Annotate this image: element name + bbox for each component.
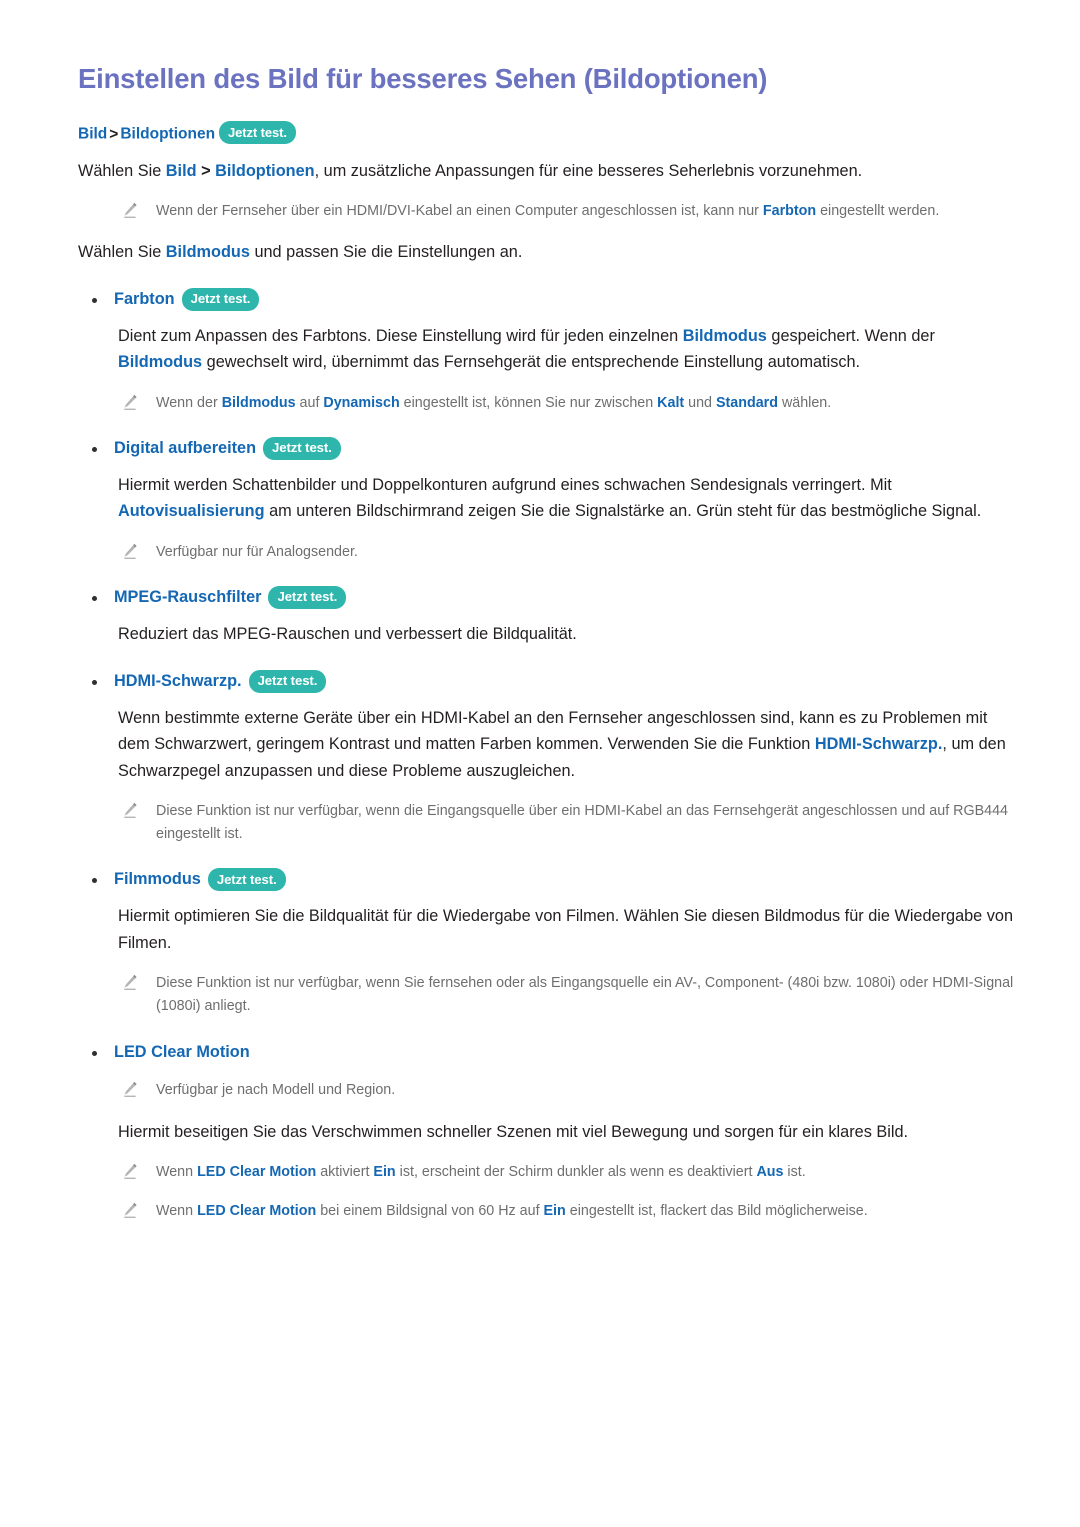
section-heading-digital-aufbereiten[interactable]: Digital aufbereiten Jetzt test. — [78, 436, 1022, 461]
note-text-a: Wenn — [156, 1203, 198, 1220]
pencil-icon — [124, 1082, 137, 1098]
paragraph: Dient zum Anpassen des Farbtons. Diese E… — [118, 323, 1022, 376]
intro-text-a: Wählen Sie — [78, 161, 166, 180]
pencil-icon — [124, 543, 137, 559]
note-led-modell-region: Verfügbar je nach Modell und Region. — [78, 1079, 1022, 1102]
section-heading-led-clear-motion[interactable]: LED Clear Motion — [78, 1041, 1022, 1064]
link-bildmodus[interactable]: Bildmodus — [118, 353, 202, 371]
paragraph: Wenn bestimmte externe Geräte über ein H… — [118, 705, 1022, 784]
link-bildmodus[interactable]: Bildmodus — [683, 327, 767, 345]
note-analogsender: Verfügbar nur für Analogsender. — [78, 541, 1022, 564]
note-text-e: ist. — [783, 1163, 806, 1180]
section-body-led-clear-motion: Hiermit beseitigen Sie das Verschwimmen … — [78, 1119, 1022, 1145]
document-page: Einstellen des Bild für besseres Sehen (… — [0, 0, 1080, 1527]
section-heading-label: Digital aufbereiten — [114, 439, 257, 458]
note-link-aus[interactable]: Aus — [756, 1164, 783, 1180]
section-heading-mpeg-rauschfilter[interactable]: MPEG-Rauschfilter Jetzt test. — [78, 585, 1022, 610]
section-heading-label: MPEG-Rauschfilter — [114, 588, 262, 607]
section-body-digital-aufbereiten: Hiermit werden Schattenbilder und Doppel… — [78, 472, 1022, 525]
link-bildmodus[interactable]: Bildmodus — [166, 243, 250, 261]
paragraph: Hiermit werden Schattenbilder und Doppel… — [118, 472, 1022, 525]
section-body-farbton: Dient zum Anpassen des Farbtons. Diese E… — [78, 323, 1022, 376]
note-text-d: eingestellt ist, können Sie nur zwischen — [399, 394, 658, 411]
pencil-icon — [124, 802, 137, 818]
section-heading-label: LED Clear Motion — [114, 1042, 250, 1061]
note-text-f: wählen. — [777, 394, 832, 411]
note-link-dynamisch[interactable]: Dynamisch — [323, 395, 399, 411]
note-farbton-dynamisch: Wenn der Bildmodus auf Dynamisch eingest… — [78, 392, 1022, 415]
note-led-60hz: Wenn LED Clear Motion bei einem Bildsign… — [78, 1200, 1022, 1223]
jetzt-test-badge[interactable]: Jetzt test. — [248, 669, 327, 693]
pencil-icon — [124, 394, 137, 410]
note-text-a: Wenn — [156, 1163, 198, 1180]
note-text: Diese Funktion ist nur verfügbar, wenn d… — [156, 802, 1008, 843]
intro-separator: > — [196, 161, 216, 180]
body-text-a: Dient zum Anpassen des Farbtons. Diese E… — [118, 326, 683, 345]
note-link-farbton[interactable]: Farbton — [763, 203, 816, 219]
note-text-d: ist, erscheint der Schirm dunkler als we… — [395, 1163, 757, 1180]
breadcrumb-item-bild[interactable]: Bild — [78, 126, 107, 143]
section-heading-label: Filmmodus — [114, 870, 201, 889]
note-text-e: und — [684, 394, 716, 411]
section-heading-label: Farbton — [114, 289, 175, 308]
section-heading-label: HDMI-Schwarzp. — [114, 671, 242, 690]
body-text-c: gewechselt wird, übernimmt das Fernsehge… — [202, 353, 861, 372]
note-text: Diese Funktion ist nur verfügbar, wenn S… — [156, 975, 1014, 1015]
jetzt-test-badge[interactable]: Jetzt test. — [268, 585, 347, 610]
paragraph: Hiermit optimieren Sie die Bildqualität … — [118, 907, 1014, 952]
breadcrumb-separator: > — [109, 125, 119, 143]
link-bild[interactable]: Bild — [166, 162, 197, 180]
intro2-text-b: und passen Sie die Einstellungen an. — [249, 243, 523, 262]
pencil-icon — [124, 1163, 137, 1179]
body-text-a: Hiermit werden Schattenbilder und Doppel… — [118, 476, 892, 495]
note-text-a: Wenn der — [156, 394, 222, 411]
section-heading-filmmodus[interactable]: Filmmodus Jetzt test. — [78, 868, 1022, 892]
note-hdmi-dvi: Wenn der Fernseher über ein HDMI/DVI-Kab… — [78, 200, 1022, 223]
section-body-hdmi-schwarzpegel: Wenn bestimmte externe Geräte über ein H… — [78, 705, 1022, 784]
note-text-d: eingestellt ist, flackert das Bild mögli… — [565, 1203, 868, 1220]
note-text: Verfügbar je nach Modell und Region. — [156, 1082, 396, 1099]
breadcrumb: Bild > Bildoptionen Jetzt test. — [78, 121, 1022, 146]
intro-paragraph-2: Wählen Sie Bildmodus und passen Sie die … — [78, 239, 1022, 265]
note-link-bildmodus[interactable]: Bildmodus — [222, 395, 296, 411]
link-bildoptionen[interactable]: Bildoptionen — [215, 162, 314, 180]
pencil-icon — [124, 203, 137, 219]
note-filmmodus-eingangsquelle: Diese Funktion ist nur verfügbar, wenn S… — [78, 972, 1022, 1018]
jetzt-test-badge[interactable]: Jetzt test. — [207, 868, 286, 892]
note-led-ein-aus: Wenn LED Clear Motion aktiviert Ein ist,… — [78, 1161, 1022, 1184]
pencil-icon — [124, 1202, 137, 1219]
note-link-ein[interactable]: Ein — [373, 1164, 395, 1180]
note-text-a: Wenn der Fernseher über ein HDMI/DVI-Kab… — [156, 203, 763, 220]
intro-paragraph: Wählen Sie Bild > Bildoptionen, um zusät… — [78, 158, 1022, 184]
note-link-led-clear-motion[interactable]: LED Clear Motion — [197, 1164, 316, 1180]
section-body-mpeg-rauschfilter: Reduziert das MPEG-Rauschen und verbesse… — [78, 621, 1022, 647]
note-link-standard[interactable]: Standard — [716, 395, 778, 411]
link-autovisualisierung[interactable]: Autovisualisierung — [118, 502, 265, 520]
note-link-kalt[interactable]: Kalt — [657, 395, 684, 411]
note-text-c: auf — [295, 394, 324, 411]
note-text-c: bei einem Bildsignal von 60 Hz auf — [316, 1203, 544, 1220]
jetzt-test-badge[interactable]: Jetzt test. — [181, 287, 260, 311]
intro-text-b: , um zusätzliche Anpassungen für eine be… — [314, 161, 863, 180]
note-hdmi-rgb444: Diese Funktion ist nur verfügbar, wenn d… — [78, 800, 1022, 846]
intro2-text-a: Wählen Sie — [78, 243, 166, 262]
paragraph: Reduziert das MPEG-Rauschen und verbesse… — [118, 625, 577, 644]
section-heading-hdmi-schwarzpegel[interactable]: HDMI-Schwarzp. Jetzt test. — [78, 669, 1022, 693]
body-text-b: am unteren Bildschirmrand zeigen Sie die… — [264, 502, 982, 521]
paragraph: Hiermit beseitigen Sie das Verschwimmen … — [118, 1122, 909, 1141]
link-hdmi-schwarzpegel[interactable]: HDMI-Schwarzp. — [815, 735, 943, 753]
note-text-c: aktiviert — [316, 1163, 374, 1180]
section-body-filmmodus: Hiermit optimieren Sie die Bildqualität … — [78, 903, 1022, 956]
body-text-b: gespeichert. Wenn der — [766, 326, 935, 345]
jetzt-test-badge[interactable]: Jetzt test. — [263, 436, 341, 461]
section-heading-farbton[interactable]: Farbton Jetzt test. — [78, 287, 1022, 311]
note-text-c: eingestellt werden. — [816, 203, 940, 220]
breadcrumb-item-bildoptionen[interactable]: Bildoptionen — [120, 126, 215, 143]
pencil-icon — [124, 975, 137, 991]
page-title: Einstellen des Bild für besseres Sehen (… — [78, 63, 768, 94]
note-link-led-clear-motion[interactable]: LED Clear Motion — [197, 1203, 316, 1219]
jetzt-test-badge[interactable]: Jetzt test. — [219, 121, 296, 144]
note-link-ein[interactable]: Ein — [544, 1203, 566, 1219]
note-text: Verfügbar nur für Analogsender. — [156, 543, 358, 560]
